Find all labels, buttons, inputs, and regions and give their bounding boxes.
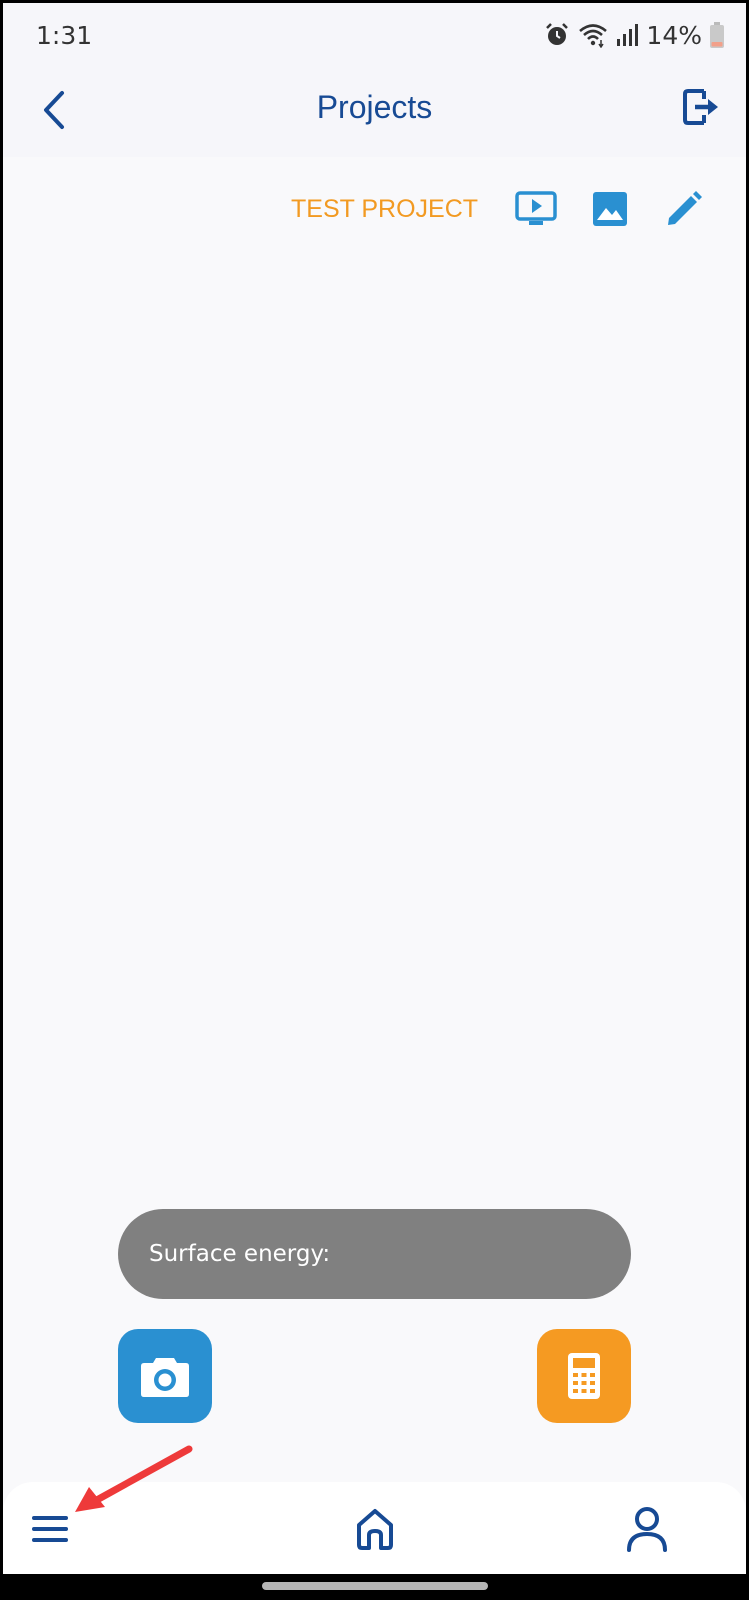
battery-percent: 14% <box>646 20 702 50</box>
bottom-navigation <box>3 1482 746 1574</box>
menu-icon <box>32 1516 68 1542</box>
profile-icon <box>627 1507 667 1552</box>
home-gesture-pill[interactable] <box>262 1582 488 1590</box>
calculator-icon <box>568 1353 600 1399</box>
calculator-button[interactable] <box>537 1329 631 1423</box>
edit-pencil-icon <box>668 191 702 225</box>
logout-icon <box>683 89 718 125</box>
gesture-bar <box>3 1574 746 1597</box>
battery-icon <box>710 22 724 48</box>
profile-button[interactable] <box>622 1504 672 1554</box>
image-button[interactable] <box>588 187 632 231</box>
app-bar: Projects <box>3 69 746 157</box>
toast-text: Surface energy: <box>149 1241 331 1267</box>
image-icon <box>593 192 627 226</box>
home-icon <box>357 1509 393 1550</box>
status-icons: 14% <box>544 19 724 51</box>
status-bar: 1:31 14% <box>3 3 746 69</box>
toast-message: Surface energy: <box>118 1209 631 1299</box>
signal-icon <box>616 22 639 48</box>
camera-button[interactable] <box>118 1329 212 1423</box>
logout-button[interactable] <box>678 83 726 131</box>
edit-button[interactable] <box>662 187 706 231</box>
project-name: TEST PROJECT <box>291 195 479 223</box>
status-time: 1:31 <box>36 21 93 50</box>
play-video-button[interactable] <box>514 187 558 231</box>
page-title: Projects <box>316 89 433 125</box>
home-button[interactable] <box>350 1504 400 1554</box>
project-actions <box>514 187 706 231</box>
project-header: TEST PROJECT <box>3 181 746 241</box>
play-video-icon <box>515 191 557 225</box>
wifi-icon <box>578 22 608 48</box>
camera-icon <box>141 1358 189 1397</box>
alarm-icon <box>544 22 570 48</box>
menu-button[interactable] <box>25 1504 75 1554</box>
app-screen: 1:31 14% Projects TEST PROJECT Surface e… <box>3 3 746 1597</box>
